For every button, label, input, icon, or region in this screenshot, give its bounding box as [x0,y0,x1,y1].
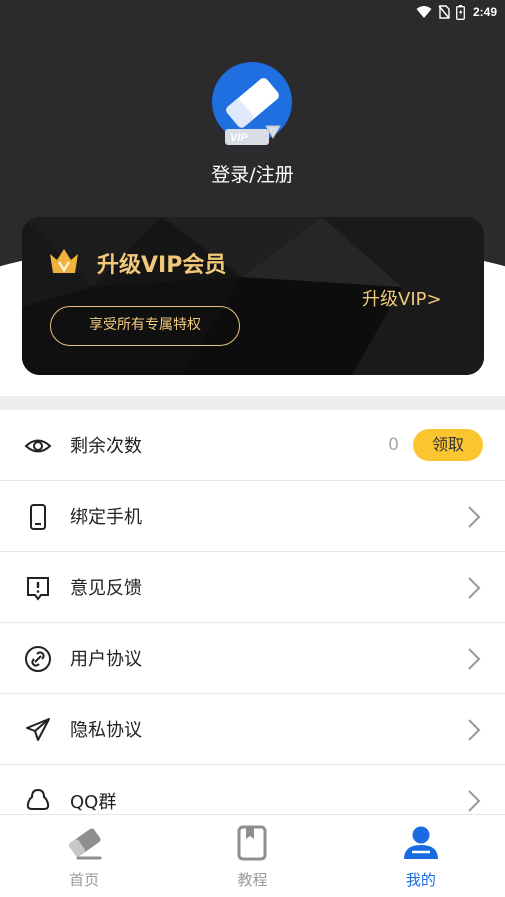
menu-label: QQ群 [70,791,117,813]
tab-tutorial[interactable]: 教程 [168,815,336,897]
wifi-icon [416,6,432,18]
menu-item-user-agreement[interactable]: 用户协议 [0,623,505,694]
menu-label: 用户协议 [70,649,142,670]
login-register-link[interactable]: 登录/注册 [0,160,505,188]
menu-label: 意见反馈 [70,578,142,599]
section-divider [0,396,505,410]
menu-label: 绑定手机 [70,507,142,528]
settings-menu: 剩余次数 0 领取 绑定手机 意见反馈 用户协议 隐私协议 QQ群 [0,410,505,836]
menu-label: 隐私协议 [70,720,142,741]
upgrade-vip-link[interactable]: 升级VIP> [362,285,442,311]
chevron-right-icon [468,719,481,741]
crown-icon [50,249,78,273]
chevron-right-icon [468,577,481,599]
tab-label: 首页 [69,871,100,889]
menu-label: 剩余次数 [70,436,142,457]
phone-icon [30,504,46,530]
battery-icon [456,4,465,20]
chevron-right-icon [468,506,481,528]
status-time: 2:49 [472,5,497,19]
avatar[interactable]: VIP [210,62,294,146]
tab-home[interactable]: 首页 [0,815,168,897]
send-icon [26,718,50,741]
menu-item-bind-phone[interactable]: 绑定手机 [0,481,505,552]
chevron-right-icon [468,648,481,670]
feedback-icon [27,577,49,601]
menu-item-privacy-policy[interactable]: 隐私协议 [0,694,505,765]
tab-label: 教程 [237,871,268,889]
bottom-tab-bar: 首页 教程 我的 [0,814,505,897]
claim-button[interactable]: 领取 [413,429,483,461]
chevron-right-icon [468,790,481,812]
menu-item-feedback[interactable]: 意见反馈 [0,552,505,623]
vip-card[interactable]: 升级VIP会员 享受所有专属特权 升级VIP> [22,217,484,375]
eraser-icon [69,828,102,860]
eye-icon [24,439,52,453]
qq-icon [26,788,50,810]
avatar-badge-text: VIP [230,132,248,144]
tab-label: 我的 [405,871,436,889]
book-icon [237,825,267,861]
user-icon [403,826,438,859]
menu-item-remaining-count: 剩余次数 0 领取 [0,410,505,481]
vip-title: 升级VIP会员 [97,253,227,278]
tab-mine[interactable]: 我的 [337,815,505,897]
no-sim-icon [438,5,450,19]
status-bar: 2:49 [0,0,505,24]
remaining-count: 0 [388,435,399,455]
link-icon [25,646,51,672]
vip-privileges-button[interactable]: 享受所有专属特权 [50,306,240,346]
